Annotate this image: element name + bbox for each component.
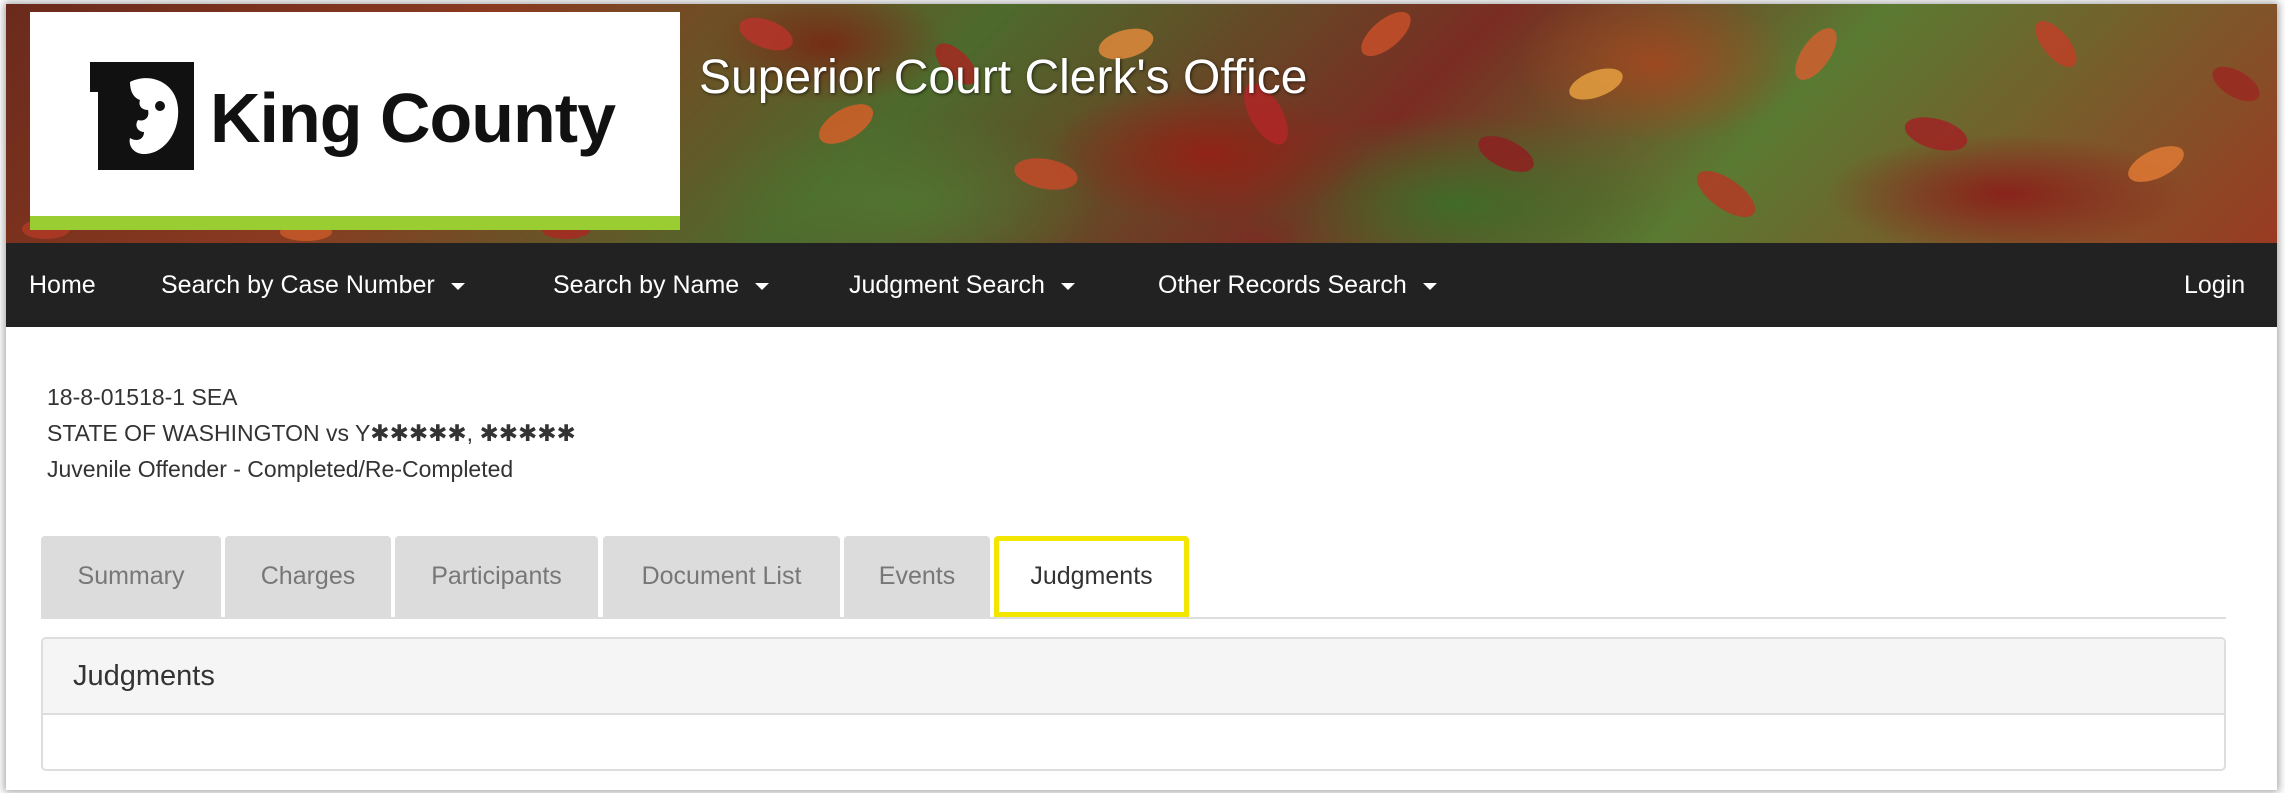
nav-search-case-label: Search by Case Number xyxy=(161,271,435,299)
nav-judgment-search-label: Judgment Search xyxy=(849,271,1045,299)
king-county-logo[interactable]: King County xyxy=(30,12,680,230)
nav-judgment-search[interactable]: Judgment Search xyxy=(849,243,1075,327)
case-type: Juvenile Offender - Completed/Re-Complet… xyxy=(47,456,514,482)
main-navbar: Home Search by Case Number Search by Nam… xyxy=(6,243,2277,327)
nav-home[interactable]: Home xyxy=(29,243,96,327)
tab-summary[interactable]: Summary xyxy=(41,536,221,617)
nav-home-label: Home xyxy=(29,271,96,299)
nav-login[interactable]: Login xyxy=(2184,243,2245,327)
header-banner: King County Superior Court Clerk's Offic… xyxy=(6,4,2277,243)
caret-down-icon xyxy=(755,282,770,290)
logo-text: King County xyxy=(210,79,616,157)
tab-judgments[interactable]: Judgments xyxy=(994,536,1189,617)
tab-participants[interactable]: Participants xyxy=(395,536,598,617)
tab-charges[interactable]: Charges xyxy=(225,536,391,617)
nav-login-label: Login xyxy=(2184,271,2246,299)
tab-events[interactable]: Events xyxy=(844,536,990,617)
case-number: 18-8-01518-1 SEA xyxy=(47,384,238,410)
caret-down-icon xyxy=(450,282,465,290)
page-frame: King County Superior Court Clerk's Offic… xyxy=(6,4,2277,790)
king-county-logo-icon xyxy=(90,62,194,170)
nav-search-by-case-number[interactable]: Search by Case Number xyxy=(161,243,465,327)
nav-other-records-label: Other Records Search xyxy=(1158,271,1407,299)
nav-search-by-name[interactable]: Search by Name xyxy=(553,243,770,327)
site-title: Superior Court Clerk's Office xyxy=(699,51,1308,104)
caret-down-icon xyxy=(1060,282,1075,290)
caret-down-icon xyxy=(1422,282,1437,290)
tabs-divider xyxy=(41,617,2226,619)
nav-other-records-search[interactable]: Other Records Search xyxy=(1158,243,1437,327)
judgments-panel: Judgments xyxy=(41,637,2226,771)
tab-document-list[interactable]: Document List xyxy=(603,536,840,617)
nav-search-name-label: Search by Name xyxy=(553,271,740,299)
panel-heading: Judgments xyxy=(43,639,2224,715)
case-title: STATE OF WASHINGTON vs Y✱✱✱✱✱, ✱✱✱✱✱ xyxy=(47,420,576,446)
